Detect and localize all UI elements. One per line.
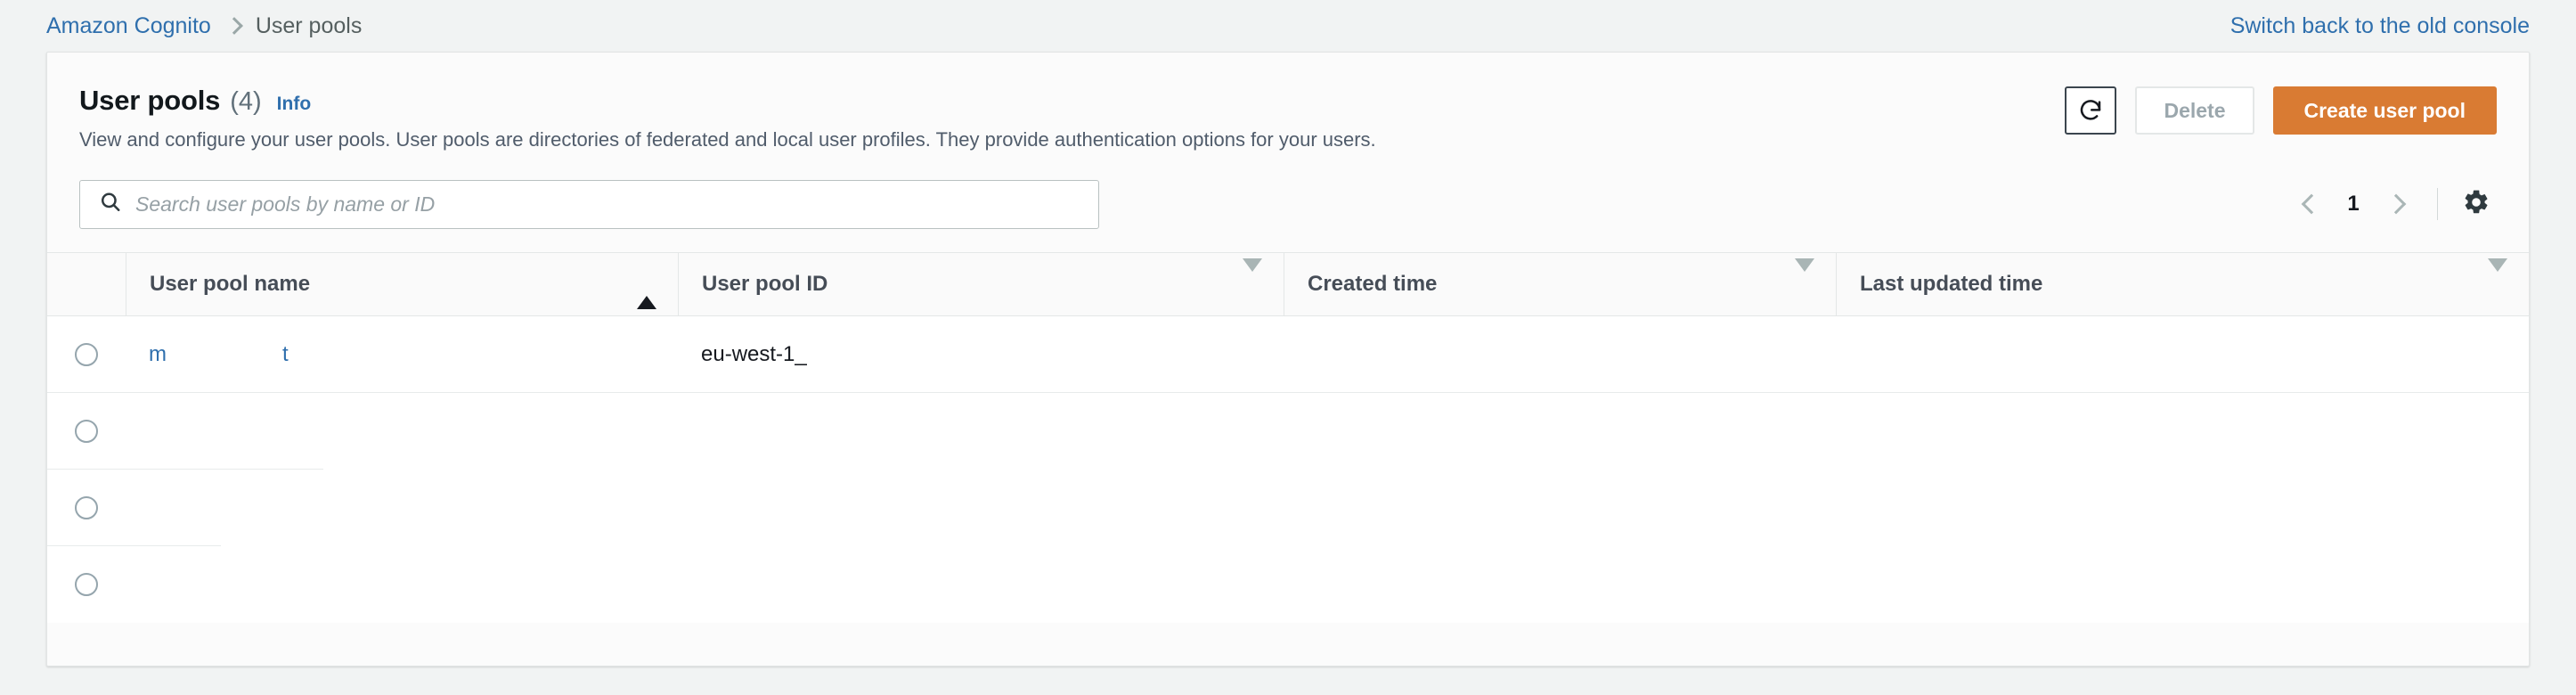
sort-descending-icon: [1243, 258, 1262, 297]
row-radio-button[interactable]: [75, 495, 98, 519]
table-row[interactable]: [47, 392, 2529, 470]
pagination-previous-button[interactable]: [2286, 181, 2332, 227]
table-row[interactable]: [47, 469, 2529, 546]
create-user-pool-button[interactable]: Create user pool: [2272, 86, 2497, 135]
table-header-row: User pool name User pool ID Created time…: [47, 251, 2529, 316]
pagination: 1: [2286, 181, 2497, 227]
sort-descending-icon: [2488, 258, 2507, 297]
row-radio-button[interactable]: [75, 342, 98, 366]
column-header-label: Created time: [1308, 271, 1438, 296]
table-row[interactable]: m t eu-west-1_: [47, 315, 2529, 393]
column-header-label: User pool name: [150, 271, 311, 296]
row-select-cell: [47, 572, 126, 596]
info-link[interactable]: Info: [277, 94, 311, 115]
switch-back-to-old-console-link[interactable]: Switch back to the old console: [2230, 13, 2530, 39]
page-title: User pools: [79, 85, 221, 116]
column-header-created-time[interactable]: Created time: [1284, 252, 1836, 315]
panel-description: View and configure your user pools. User…: [79, 128, 1376, 151]
breadcrumb: Amazon Cognito User pools: [46, 13, 362, 39]
column-header-label: Last updated time: [1860, 271, 2043, 296]
gear-icon: [2462, 188, 2490, 221]
cell-user-pool-name: m t: [126, 342, 678, 367]
user-pool-name-link-fragment[interactable]: t: [282, 342, 289, 367]
sort-ascending-icon: [637, 271, 656, 309]
breadcrumb-bar: Amazon Cognito User pools Switch back to…: [0, 0, 2576, 52]
row-radio-button[interactable]: [75, 419, 98, 443]
row-select-cell: [47, 342, 126, 366]
delete-button[interactable]: Delete: [2135, 86, 2254, 135]
pagination-divider: [2437, 188, 2438, 221]
sort-descending-icon: [1795, 258, 1814, 297]
chevron-right-icon: [2385, 193, 2406, 215]
panel-header: User pools (4) Info View and configure y…: [47, 53, 2529, 153]
breadcrumb-current-user-pools: User pools: [255, 12, 363, 38]
row-select-cell: [47, 419, 126, 443]
search-container: [79, 179, 1099, 229]
panel-actions: Delete Create user pool: [2065, 85, 2497, 135]
pagination-page-1[interactable]: 1: [2336, 192, 2371, 217]
table-row[interactable]: [47, 545, 2529, 623]
refresh-button[interactable]: [2065, 86, 2117, 135]
user-pools-panel: User pools (4) Info View and configure y…: [46, 52, 2530, 666]
chevron-left-icon: [2301, 193, 2321, 215]
title-row: User pools (4) Info: [79, 85, 2065, 117]
column-header-user-pool-id[interactable]: User pool ID: [678, 252, 1284, 315]
search-input[interactable]: [79, 179, 1099, 229]
column-header-label: User pool ID: [702, 271, 828, 296]
chevron-right-icon: [227, 16, 240, 36]
breadcrumb-link-amazon-cognito[interactable]: Amazon Cognito: [46, 13, 211, 39]
row-radio-button[interactable]: [75, 572, 98, 596]
column-header-user-pool-name[interactable]: User pool name: [126, 252, 678, 315]
panel-header-text: User pools (4) Info View and configure y…: [79, 85, 2065, 153]
column-header-last-updated-time[interactable]: Last updated time: [1836, 252, 2529, 315]
table-preferences-button[interactable]: [2456, 184, 2497, 225]
table-filter-row: 1: [47, 153, 2529, 252]
user-pool-name-link[interactable]: m: [149, 342, 282, 367]
user-pool-count: (4): [230, 87, 262, 116]
refresh-icon: [2077, 97, 2104, 124]
pagination-next-button[interactable]: [2375, 181, 2421, 227]
row-select-cell: [47, 495, 126, 519]
cell-user-pool-id: eu-west-1_: [701, 341, 807, 366]
user-pools-table: User pool name User pool ID Created time…: [47, 251, 2529, 623]
